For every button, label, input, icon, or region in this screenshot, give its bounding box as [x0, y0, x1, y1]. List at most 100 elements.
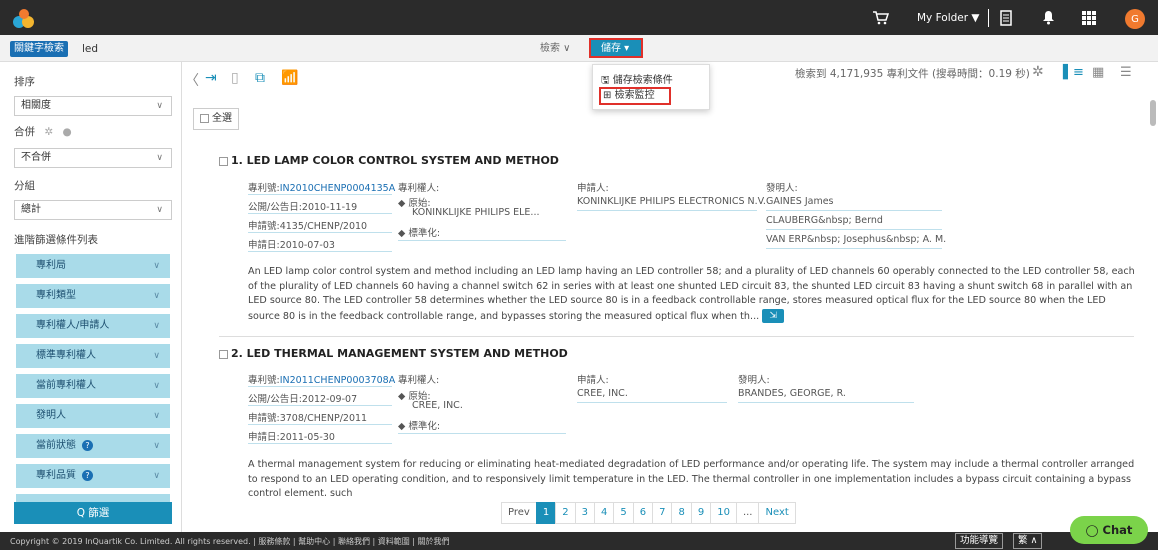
page-button[interactable]: 5: [613, 502, 634, 524]
page-button[interactable]: 1: [535, 502, 557, 524]
apps-grid-icon[interactable]: [1082, 0, 1096, 35]
divider: [398, 240, 566, 241]
search-monitor-item[interactable]: ⊞ 檢索監控: [599, 87, 671, 105]
chevron-down-icon: ∨: [156, 153, 163, 163]
applicant[interactable]: KONINKLIJKE PHILIPS ELECTRONICS N.V.: [577, 196, 766, 207]
help-icon[interactable]: ●: [63, 126, 72, 138]
facet-current-status[interactable]: 當前狀態? ∨: [16, 434, 170, 458]
page-button[interactable]: 7: [652, 502, 673, 524]
grid-view-icon[interactable]: ▦: [1092, 65, 1104, 80]
facet-label: 發明人: [36, 410, 66, 421]
checkbox-icon[interactable]: [219, 349, 228, 359]
original-assignee[interactable]: KONINKLIJKE PHILIPS ELE...: [412, 207, 540, 218]
sort-value: 相關度: [21, 100, 51, 111]
page-button[interactable]: 3: [574, 502, 595, 524]
group-label: 分組: [14, 180, 35, 192]
merge-select[interactable]: 不合併 ∨: [14, 148, 172, 168]
page-button[interactable]: 4: [593, 502, 615, 524]
abstract-text: An LED lamp color control system and met…: [248, 266, 1135, 322]
chevron-down-icon: ∨: [156, 101, 163, 111]
document-icon[interactable]: [1000, 0, 1012, 35]
page-button[interactable]: 10: [710, 502, 737, 524]
language-selector[interactable]: 繁 ∧: [1013, 533, 1043, 549]
publication-date: 公開/公告日:2010-11-19: [248, 202, 358, 213]
filter-button[interactable]: Q 篩選: [14, 502, 172, 524]
page-button[interactable]: 2: [555, 502, 576, 524]
help-icon[interactable]: ?: [82, 469, 93, 481]
sort-select[interactable]: 相關度 ∨: [14, 96, 172, 116]
inventor[interactable]: VAN ERP&nbsp; Josephus&nbsp; A. M.: [766, 234, 946, 245]
applicant-label: 申請人:: [577, 183, 609, 194]
patent-number-link[interactable]: IN2011CHENP0003708A: [280, 375, 396, 386]
facet-patent-quality[interactable]: 專利品質? ∨: [16, 464, 170, 488]
keyword-search-tag[interactable]: 關鍵字檢索: [10, 41, 68, 57]
scrollbar[interactable]: [1150, 100, 1156, 126]
facet-current-assignee[interactable]: 當前專利權人 ∨: [16, 374, 170, 398]
chevron-down-icon: ∨: [153, 441, 160, 451]
search-button[interactable]: 檢索 ∨: [540, 41, 571, 57]
publication-date: 公開/公告日:2012-09-07: [248, 394, 358, 405]
chat-button[interactable]: ◯ Chat: [1070, 516, 1148, 544]
expand-abstract-button[interactable]: ⇲: [762, 308, 785, 323]
facet-assignee-applicant[interactable]: 專利權人/申請人 ∨: [16, 314, 170, 338]
logo-icon[interactable]: [12, 7, 36, 29]
export-icon[interactable]: ⇥: [205, 70, 217, 86]
inventor[interactable]: CLAUBERG&nbsp; Bernd: [766, 215, 883, 226]
bell-icon[interactable]: [1042, 0, 1055, 35]
facet-label: 專利權人/申請人: [36, 320, 110, 331]
gear-icon[interactable]: ✲: [44, 126, 53, 138]
divider: [248, 194, 392, 195]
applicant[interactable]: CREE, INC.: [577, 388, 628, 399]
collapse-sidebar-icon[interactable]: 〈: [185, 70, 199, 90]
search-input[interactable]: led: [82, 41, 98, 57]
compare-icon[interactable]: ▯: [231, 70, 239, 86]
result-divider: [219, 336, 1134, 337]
patent-number-link[interactable]: IN2010CHENP0004135A: [280, 183, 396, 194]
facet-patent-office[interactable]: 專利局 ∨: [16, 254, 170, 278]
avatar[interactable]: G: [1125, 9, 1145, 29]
facet-label: 當前專利權人: [36, 380, 96, 391]
result-title[interactable]: 1. LED LAMP COLOR CONTROL SYSTEM AND MET…: [219, 154, 559, 167]
checkbox-icon[interactable]: [219, 156, 228, 166]
advanced-filter-label: 進階篩選條件列表: [14, 234, 98, 246]
result-abstract: An LED lamp color control system and met…: [248, 265, 1138, 324]
detail-view-icon[interactable]: ▌≡: [1063, 65, 1084, 80]
chevron-down-icon: ∨: [153, 321, 160, 331]
select-all-checkbox[interactable]: 全選: [193, 108, 239, 130]
chevron-down-icon: ∨: [153, 411, 160, 421]
settings-gear-icon[interactable]: ✲: [1032, 64, 1044, 80]
save-button[interactable]: 儲存 ▾: [589, 38, 643, 58]
facet-patent-type[interactable]: 專利類型 ∨: [16, 284, 170, 308]
my-folder-menu[interactable]: My Folder ▼: [917, 0, 979, 35]
sort-label: 排序: [14, 76, 35, 88]
chevron-down-icon: ∨: [153, 291, 160, 301]
top-navigation-bar: My Folder ▼ G: [0, 0, 1158, 35]
list-view-icon[interactable]: ☰: [1120, 65, 1132, 80]
page-button[interactable]: 8: [671, 502, 692, 524]
application-date: 申請日:2011-05-30: [248, 432, 335, 443]
divider: [577, 402, 727, 403]
page-button[interactable]: 9: [690, 502, 712, 524]
original-assignee[interactable]: CREE, INC.: [412, 400, 463, 411]
add-folder-icon[interactable]: ⧉: [255, 70, 265, 86]
help-icon[interactable]: ?: [82, 439, 93, 451]
page-button[interactable]: 6: [632, 502, 654, 524]
feature-guide-button[interactable]: 功能導覽: [955, 533, 1004, 549]
facet-inventor[interactable]: 發明人 ∨: [16, 404, 170, 428]
result-abstract: A thermal management system for reducing…: [248, 458, 1138, 496]
chevron-down-icon: ∨: [153, 381, 160, 391]
facet-standard-assignee[interactable]: 標準專利權人 ∨: [16, 344, 170, 368]
divider: [577, 210, 757, 211]
inventor[interactable]: GAINES James: [766, 196, 834, 207]
next-page-button[interactable]: Next: [758, 502, 796, 524]
patent-number: 專利號:IN2011CHENP0003708A: [248, 372, 395, 386]
inventor[interactable]: BRANDES, GEORGE, R.: [738, 388, 846, 399]
divider: [248, 424, 392, 425]
analysis-chart-icon[interactable]: 📶: [281, 70, 298, 86]
facet-partial: [16, 494, 170, 502]
patent-number-label: 專利號:: [248, 375, 280, 386]
result-title[interactable]: 2. LED THERMAL MANAGEMENT SYSTEM AND MET…: [219, 347, 568, 360]
group-select[interactable]: 總計 ∨: [14, 200, 172, 220]
prev-page-button[interactable]: Prev: [501, 502, 537, 524]
cart-icon[interactable]: [873, 0, 889, 35]
